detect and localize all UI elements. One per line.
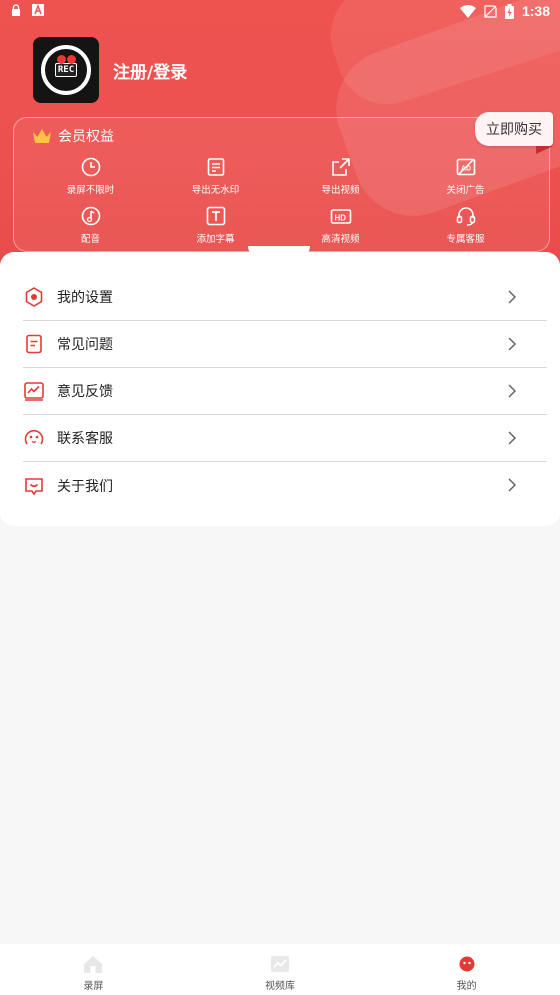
- benefits-grid: 录屏不限时 导出无水印 导出视频 AD 关闭广告 配音 添加字幕 HD 高清视频…: [28, 156, 528, 245]
- menu-label: 联系客服: [57, 431, 113, 447]
- chevron-right-icon: [508, 290, 517, 304]
- profile-icon: [459, 956, 475, 972]
- home-icon: [84, 956, 103, 973]
- menu-item-settings[interactable]: 我的设置: [23, 274, 547, 321]
- export-icon: [331, 158, 350, 176]
- menu-label: 意见反馈: [57, 384, 113, 400]
- login-link[interactable]: 注册/登录: [113, 58, 187, 83]
- status-bar: 1:38: [0, 0, 560, 24]
- benefit-label: 导出视频: [321, 185, 360, 196]
- avatar-text: REC: [54, 63, 78, 77]
- support-icon: [24, 429, 44, 445]
- settings-icon: [25, 287, 43, 307]
- crown-icon: [33, 129, 51, 143]
- text-icon: [206, 206, 225, 226]
- camera-reel: [67, 55, 76, 64]
- tab-video-library[interactable]: 视频库: [187, 944, 374, 995]
- chart-icon: [271, 956, 289, 972]
- font-a-icon: [32, 4, 44, 16]
- music-icon: [81, 206, 100, 226]
- svg-text:HD: HD: [334, 214, 346, 223]
- benefit-item[interactable]: 配音: [28, 205, 153, 245]
- menu-label: 常见问题: [57, 337, 113, 353]
- menu-item-faq[interactable]: 常见问题: [23, 321, 547, 368]
- avatar[interactable]: REC: [33, 37, 99, 103]
- clock-icon: [81, 157, 100, 177]
- vip-title-label: 会员权益: [58, 129, 114, 145]
- benefit-label: 录屏不限时: [66, 185, 115, 196]
- benefit-item[interactable]: 导出无水印: [153, 156, 278, 196]
- benefit-label: 导出无水印: [191, 185, 240, 196]
- chevron-right-icon: [508, 431, 517, 445]
- bottom-tab-bar: 录屏 视频库 我的: [0, 944, 560, 995]
- chevron-right-icon: [508, 337, 517, 351]
- chevron-right-icon: [508, 384, 517, 398]
- menu-item-about[interactable]: 关于我们: [23, 462, 547, 509]
- headset-icon: [456, 207, 475, 226]
- vip-title: 会员权益: [32, 126, 114, 146]
- tab-record[interactable]: 录屏: [0, 944, 187, 995]
- no-sim-icon: [484, 4, 497, 18]
- card-notch: [248, 246, 310, 258]
- about-icon: [25, 477, 43, 495]
- hd-icon: HD: [330, 209, 351, 224]
- tab-label: 视频库: [265, 981, 295, 992]
- benefit-item[interactable]: HD 高清视频: [278, 205, 403, 245]
- wifi-icon: [459, 4, 476, 18]
- benefit-item[interactable]: 添加字幕: [153, 205, 278, 245]
- menu-item-feedback[interactable]: 意见反馈: [23, 368, 547, 415]
- benefit-item[interactable]: 录屏不限时: [28, 156, 153, 196]
- battery-icon: [504, 3, 514, 19]
- benefit-label: 关闭广告: [446, 185, 485, 196]
- lock-icon: [12, 4, 20, 16]
- feedback-icon: [24, 382, 44, 401]
- ad-off-icon: AD: [456, 158, 475, 176]
- menu-item-support[interactable]: 联系客服: [23, 415, 547, 462]
- rec-camera-icon: REC: [41, 45, 91, 95]
- faq-icon: [26, 334, 42, 354]
- tab-profile[interactable]: 我的: [373, 944, 560, 995]
- benefit-label: 添加字幕: [196, 234, 235, 245]
- chevron-right-icon: [508, 478, 517, 492]
- benefit-item[interactable]: 专属客服: [403, 205, 528, 245]
- tab-label: 我的: [456, 981, 477, 992]
- benefit-label: 配音: [80, 234, 100, 245]
- benefit-item[interactable]: AD 关闭广告: [403, 156, 528, 196]
- buy-now-button[interactable]: 立即购买: [475, 112, 553, 146]
- clock-time: 1:38: [521, 3, 550, 19]
- menu-label: 我的设置: [57, 290, 113, 306]
- camera-reel: [57, 55, 66, 64]
- benefit-label: 高清视频: [321, 234, 360, 245]
- menu-label: 关于我们: [57, 478, 113, 495]
- benefit-item[interactable]: 导出视频: [278, 156, 403, 196]
- document-icon: [207, 158, 224, 176]
- benefit-label: 专属客服: [446, 234, 485, 245]
- tab-label: 录屏: [83, 981, 104, 992]
